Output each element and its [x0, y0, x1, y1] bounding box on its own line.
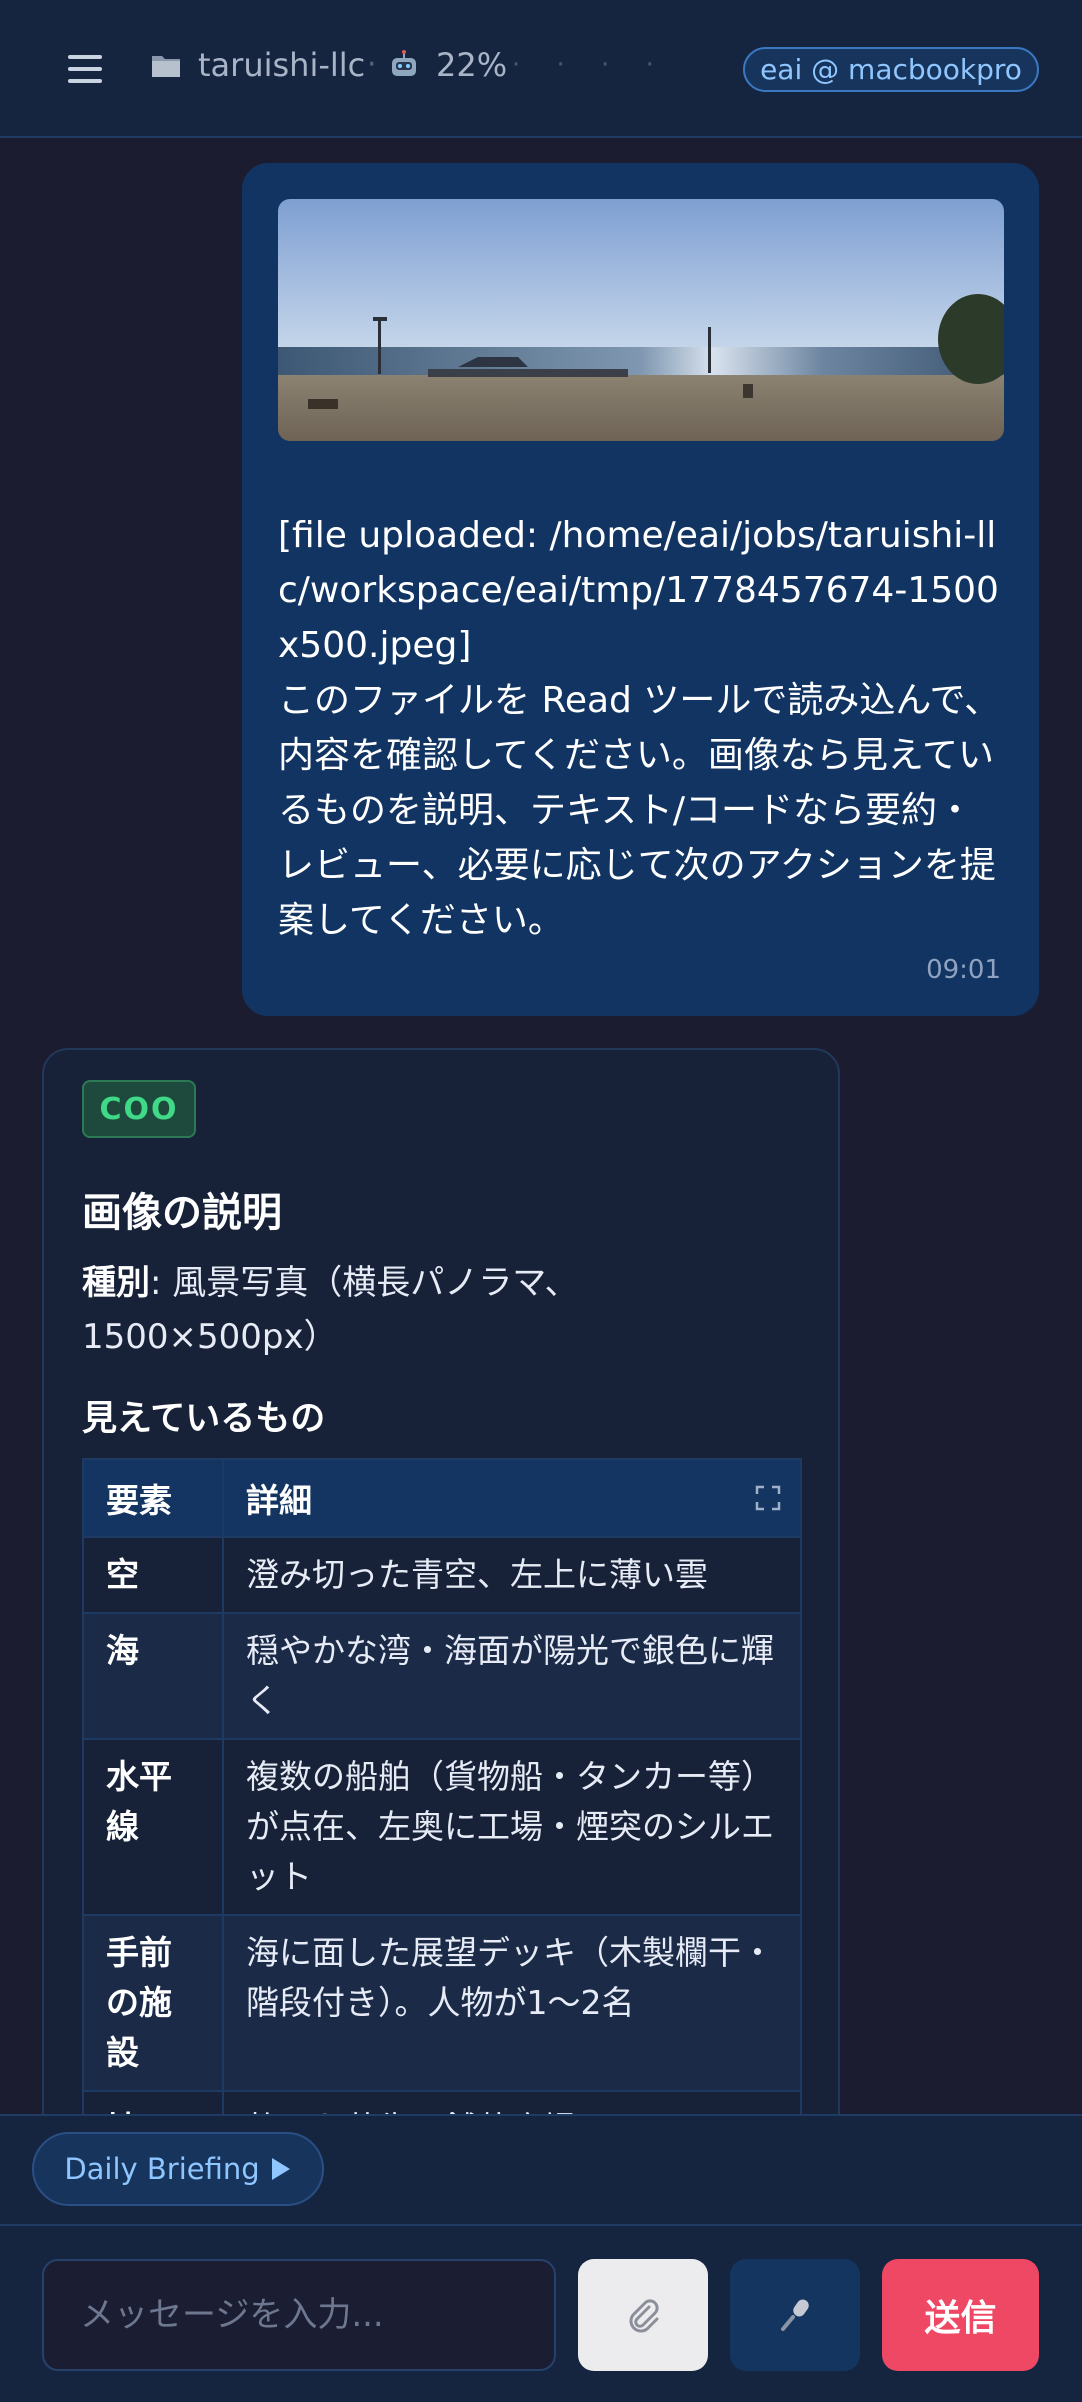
table-cell-detail: 穏やかな湾・海面が陽光で銀色に輝く	[222, 1612, 802, 1740]
daily-briefing-button[interactable]: Daily Briefing	[32, 2132, 324, 2206]
message-input[interactable]	[42, 2259, 556, 2371]
paperclip-icon	[629, 2299, 659, 2333]
type-label: 種別	[82, 1263, 150, 1303]
expand-icon[interactable]	[754, 1484, 782, 1512]
user-message: [file uploaded: /home/eai/jobs/taruishi-…	[242, 163, 1039, 1016]
attach-button[interactable]	[578, 2259, 708, 2371]
play-icon	[271, 2158, 290, 2180]
status-dots: · · · ·	[512, 50, 668, 80]
uploaded-image[interactable]	[278, 199, 1004, 441]
assistant-message: COO 画像の説明 種別: 風景写真（横長パノラマ、1500×500px） 見え…	[42, 1048, 840, 2148]
send-button[interactable]: 送信	[882, 2259, 1039, 2371]
table-cell-key: 手前の施設	[82, 1914, 224, 2092]
table-row: 海 穏やかな湾・海面が陽光で銀色に輝く	[82, 1612, 802, 1740]
table-header-row: 要素 詳細	[82, 1458, 802, 1538]
column-header-label: 詳細	[246, 1481, 312, 1520]
quick-actions-bar: Daily Briefing	[0, 2114, 1082, 2224]
separator: ·	[367, 47, 377, 82]
table-row: 手前の施設 海に面した展望デッキ（木製欄干・階段付き）。人物が1〜2名	[82, 1914, 802, 2092]
context-usage: 22%	[436, 46, 508, 84]
table-cell-key: 水平線	[82, 1738, 224, 1916]
microphone-button[interactable]	[730, 2259, 860, 2371]
table-row: 水平線 複数の船舶（貨物船・タンカー等）が点在、左奥に工場・煙突のシルエット	[82, 1738, 802, 1916]
menu-icon[interactable]	[68, 55, 102, 83]
robot-icon	[392, 50, 416, 76]
column-header: 要素	[82, 1458, 224, 1538]
message-timestamp: 09:01	[926, 955, 1001, 985]
response-heading: 画像の説明	[82, 1190, 282, 1236]
user-message-text: [file uploaded: /home/eai/jobs/taruishi-…	[278, 515, 1001, 941]
host-badge[interactable]: eai @ macbookpro	[743, 47, 1039, 92]
project-name[interactable]: taruishi-llc	[198, 46, 365, 84]
composer: 送信	[0, 2224, 1082, 2402]
image-type-line: 種別: 風景写真（横長パノラマ、1500×500px）	[82, 1256, 642, 1364]
table-cell-detail: 澄み切った青空、左上に薄い雲	[222, 1536, 802, 1614]
microphone-icon	[781, 2299, 809, 2331]
table-cell-detail: 海に面した展望デッキ（木製欄干・階段付き）。人物が1〜2名	[222, 1914, 802, 2092]
table-cell-detail: 複数の船舶（貨物船・タンカー等）が点在、左奥に工場・煙突のシルエット	[222, 1738, 802, 1916]
table-cell-key: 空	[82, 1536, 224, 1614]
folder-icon	[152, 56, 180, 77]
table-row: 空 澄み切った青空、左上に薄い雲	[82, 1536, 802, 1614]
table-cell-key: 海	[82, 1612, 224, 1740]
top-bar: taruishi-llc · 22% · · · · eai @ macbook…	[0, 0, 1082, 138]
role-badge: COO	[82, 1080, 196, 1138]
response-subheading: 見えているもの	[82, 1399, 326, 1439]
daily-briefing-label: Daily Briefing	[64, 2152, 260, 2186]
type-value: : 風景写真（横長パノラマ、1500×500px）	[82, 1263, 579, 1357]
elements-table: 要素 詳細 空 澄み切った青空、左上に薄い雲 海 穏やかな湾・海面が陽光で銀色に…	[82, 1458, 802, 2146]
column-header: 詳細	[222, 1458, 802, 1538]
